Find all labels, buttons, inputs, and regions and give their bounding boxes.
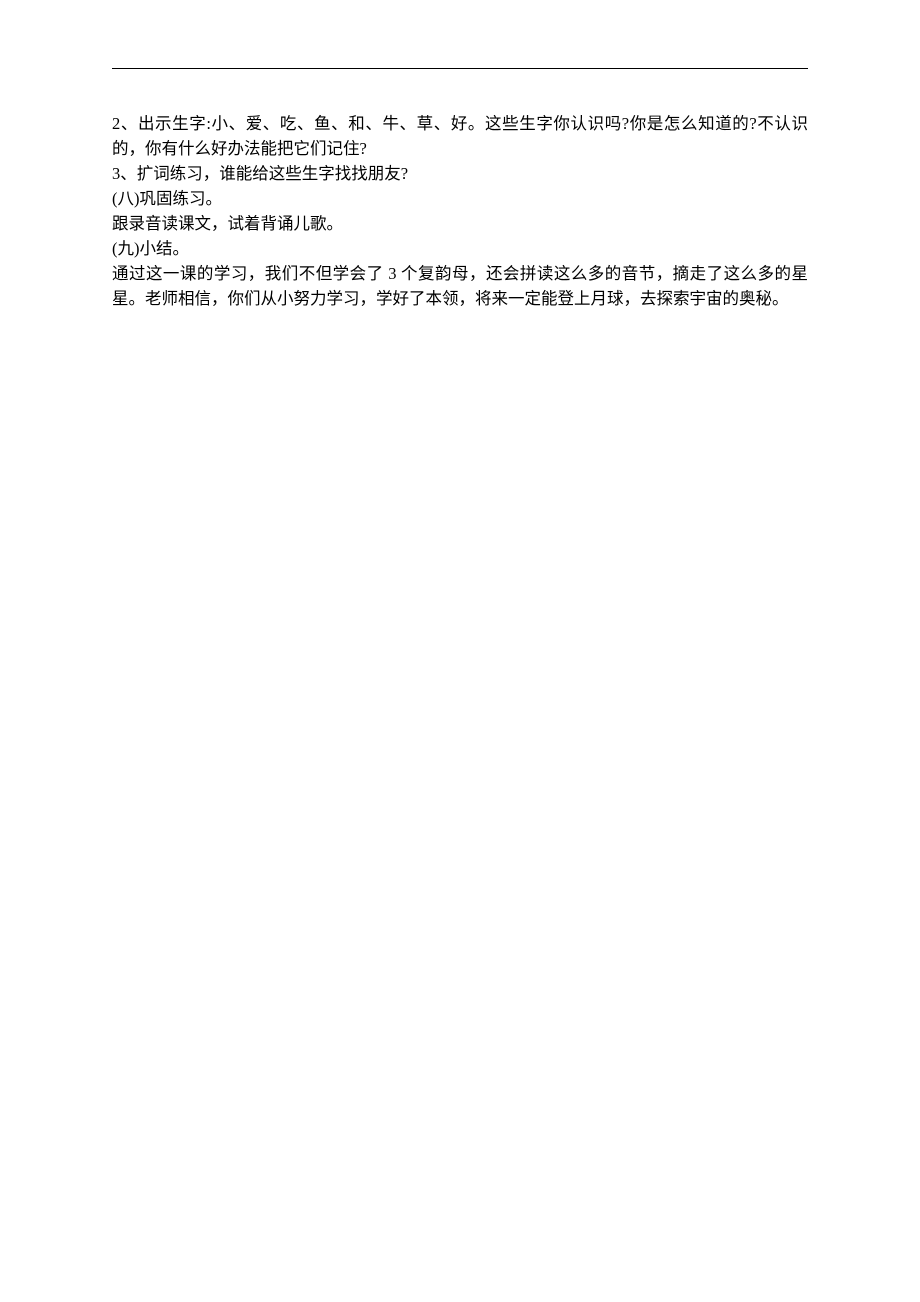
page: 2、出示生字:小、爱、吃、鱼、和、牛、草、好。这些生字你认识吗?你是怎么知道的?… <box>0 0 920 1302</box>
paragraph: (九)小结。 <box>112 236 808 261</box>
paragraph: 3、扩词练习，谁能给这些生字找找朋友? <box>112 161 808 186</box>
paragraph: 跟录音读课文，试着背诵儿歌。 <box>112 211 808 236</box>
top-horizontal-rule <box>112 68 808 69</box>
paragraph: 2、出示生字:小、爱、吃、鱼、和、牛、草、好。这些生字你认识吗?你是怎么知道的?… <box>112 111 808 161</box>
paragraph: (八)巩固练习。 <box>112 186 808 211</box>
document-body: 2、出示生字:小、爱、吃、鱼、和、牛、草、好。这些生字你认识吗?你是怎么知道的?… <box>112 111 808 311</box>
paragraph: 通过这一课的学习，我们不但学会了 3 个复韵母，还会拼读这么多的音节，摘走了这么… <box>112 261 808 311</box>
